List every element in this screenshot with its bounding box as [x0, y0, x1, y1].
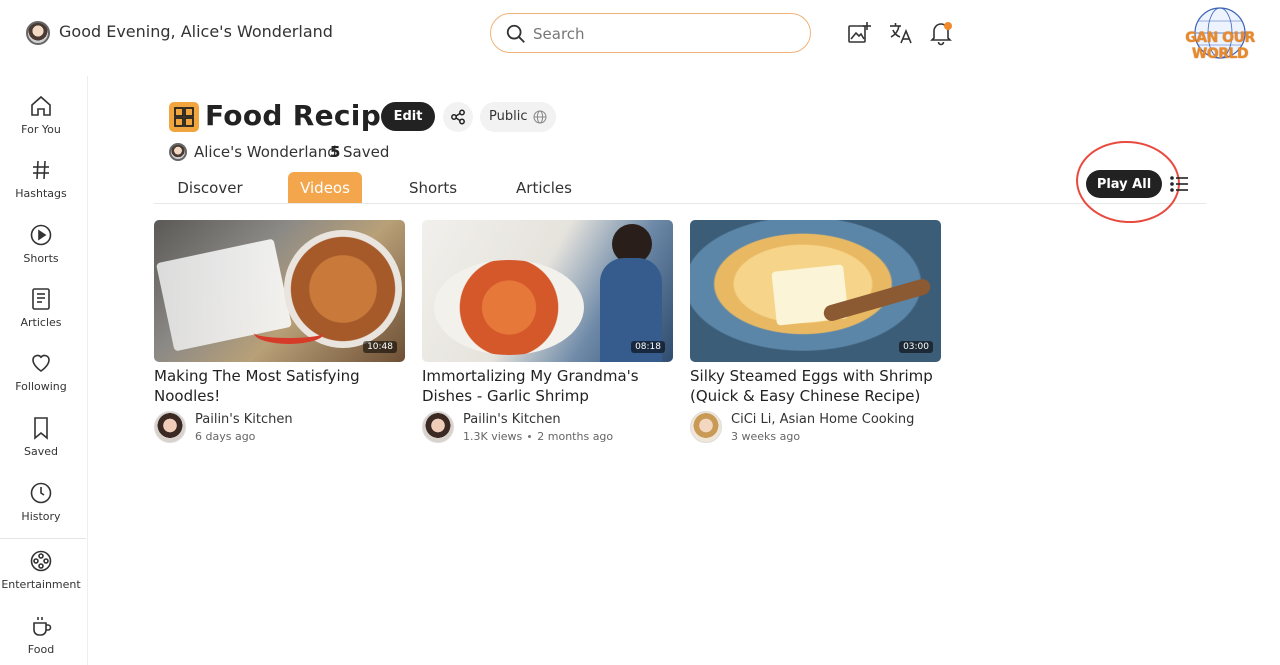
separator-dot [528, 434, 532, 438]
sidebar-item-label: History [21, 510, 61, 523]
list-view-button[interactable] [1169, 172, 1191, 196]
grid-icon [174, 107, 194, 127]
video-card[interactable]: 08:18 Immortalizing My Grandma's Dishes … [422, 220, 673, 443]
sidebar-item-entertainment[interactable]: Entertainment [0, 549, 82, 591]
video-age: 2 months ago [537, 430, 614, 443]
video-title[interactable]: Making The Most Satisfying Noodles! [154, 366, 405, 406]
video-thumbnail[interactable]: 10:48 [154, 220, 405, 362]
channel-avatar[interactable] [690, 411, 722, 443]
home-icon [31, 95, 51, 116]
video-duration: 10:48 [363, 341, 397, 353]
share-icon [451, 109, 465, 125]
playlist-icon [169, 102, 199, 132]
brand-logo[interactable]: GAN OUR WORLD [1168, 6, 1272, 62]
video-card[interactable]: 10:48 Making The Most Satisfying Noodles… [154, 220, 405, 443]
sidebar-item-food[interactable]: Food [0, 614, 82, 656]
notification-dot [944, 22, 952, 30]
channel-avatar[interactable] [154, 411, 186, 443]
sidebar-item-label: Saved [24, 445, 58, 458]
tab-videos[interactable]: Videos [288, 172, 362, 204]
video-thumbnail[interactable]: 03:00 [690, 220, 941, 362]
video-age: 6 days ago [195, 430, 256, 443]
logo-text: GAN OUR WORLD [1185, 30, 1255, 62]
video-thumbnail[interactable]: 08:18 [422, 220, 673, 362]
sidebar-item-label: Hashtags [15, 187, 67, 200]
saved-count: 5 [330, 143, 341, 161]
film-reel-icon [30, 550, 52, 572]
sidebar-item-articles[interactable]: Articles [0, 287, 82, 329]
user-avatar[interactable] [26, 21, 50, 45]
tab-articles[interactable]: Articles [505, 172, 583, 204]
mug-icon [33, 617, 52, 636]
saved-label: Saved [343, 143, 390, 161]
video-title[interactable]: Immortalizing My Grandma's Dishes - Garl… [422, 366, 673, 406]
channel-name[interactable]: CiCi Li, Asian Home Cooking [731, 412, 914, 427]
sidebar-item-label: Articles [20, 316, 62, 329]
video-views: 1.3K views [463, 430, 523, 443]
sidebar-item-label: For You [21, 123, 61, 136]
visibility-label: Public [489, 109, 528, 124]
owner-name[interactable]: Alice's Wonderland [194, 143, 337, 161]
notification-button[interactable] [928, 20, 954, 46]
hashtag-icon [33, 160, 49, 180]
channel-name[interactable]: Pailin's Kitchen [463, 412, 561, 427]
globe-icon [533, 110, 547, 124]
sidebar-item-label: Following [15, 380, 67, 393]
sidebar-item-hashtags[interactable]: Hashtags [0, 158, 82, 200]
top-bar: Good Evening, Alice's Wonderland GAN OUR… [0, 0, 1280, 66]
edit-button[interactable]: Edit [381, 102, 435, 131]
bookmark-icon [34, 417, 48, 440]
list-icon [1170, 176, 1188, 192]
sidebar-item-label: Food [27, 643, 55, 656]
video-meta: 6 days ago [195, 430, 255, 443]
articles-icon [32, 288, 50, 310]
search-icon [506, 24, 525, 43]
video-duration: 08:18 [631, 341, 665, 353]
video-meta: 3 weeks ago [731, 430, 800, 443]
heart-icon [32, 354, 50, 372]
share-button[interactable] [443, 102, 473, 132]
sidebar-item-for-you[interactable]: For You [0, 94, 82, 136]
clock-icon [30, 482, 52, 504]
sidebar-item-shorts[interactable]: Shorts [0, 223, 82, 265]
tabs-divider [154, 203, 1206, 204]
sidebar-item-history[interactable]: History [0, 481, 82, 523]
sidebar-divider [0, 538, 86, 539]
channel-avatar[interactable] [422, 411, 454, 443]
play-all-button[interactable]: Play All [1086, 170, 1162, 198]
tab-shorts[interactable]: Shorts [397, 172, 469, 204]
video-card[interactable]: 03:00 Silky Steamed Eggs with Shrimp (Qu… [690, 220, 941, 443]
greeting-text: Good Evening, Alice's Wonderland [59, 22, 333, 41]
translate-icon[interactable] [888, 20, 914, 46]
search-input[interactable] [533, 23, 793, 45]
search-bar[interactable] [490, 13, 811, 53]
video-meta: 1.3K views 2 months ago [463, 430, 613, 443]
sidebar-item-label: Entertainment [1, 578, 81, 591]
video-age: 3 weeks ago [731, 430, 801, 443]
video-title[interactable]: Silky Steamed Eggs with Shrimp (Quick & … [690, 366, 941, 406]
video-duration: 03:00 [899, 341, 933, 353]
sidebar: For You Hashtags Shorts Articles Followi… [0, 76, 88, 665]
visibility-button[interactable]: Public [480, 102, 556, 132]
tab-discover[interactable]: Discover [154, 172, 266, 204]
sidebar-item-label: Shorts [23, 252, 59, 265]
shorts-icon [30, 224, 52, 246]
upload-icon[interactable] [846, 20, 872, 46]
channel-name[interactable]: Pailin's Kitchen [195, 412, 293, 427]
sidebar-item-following[interactable]: Following [0, 351, 82, 393]
owner-avatar[interactable] [169, 143, 187, 161]
sidebar-item-saved[interactable]: Saved [0, 416, 82, 458]
